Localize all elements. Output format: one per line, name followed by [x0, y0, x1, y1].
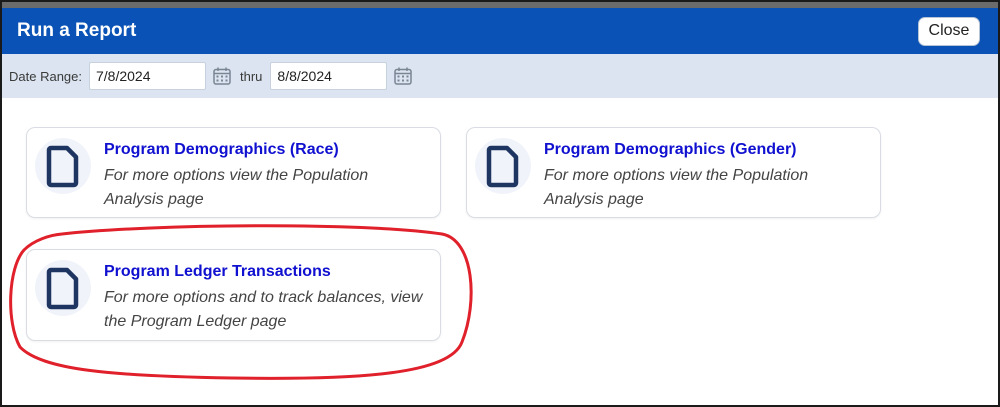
run-report-dialog: Run a Report Close Date Range: 7/8/2024 … — [0, 0, 1000, 407]
highlight-annotation — [9, 224, 473, 380]
